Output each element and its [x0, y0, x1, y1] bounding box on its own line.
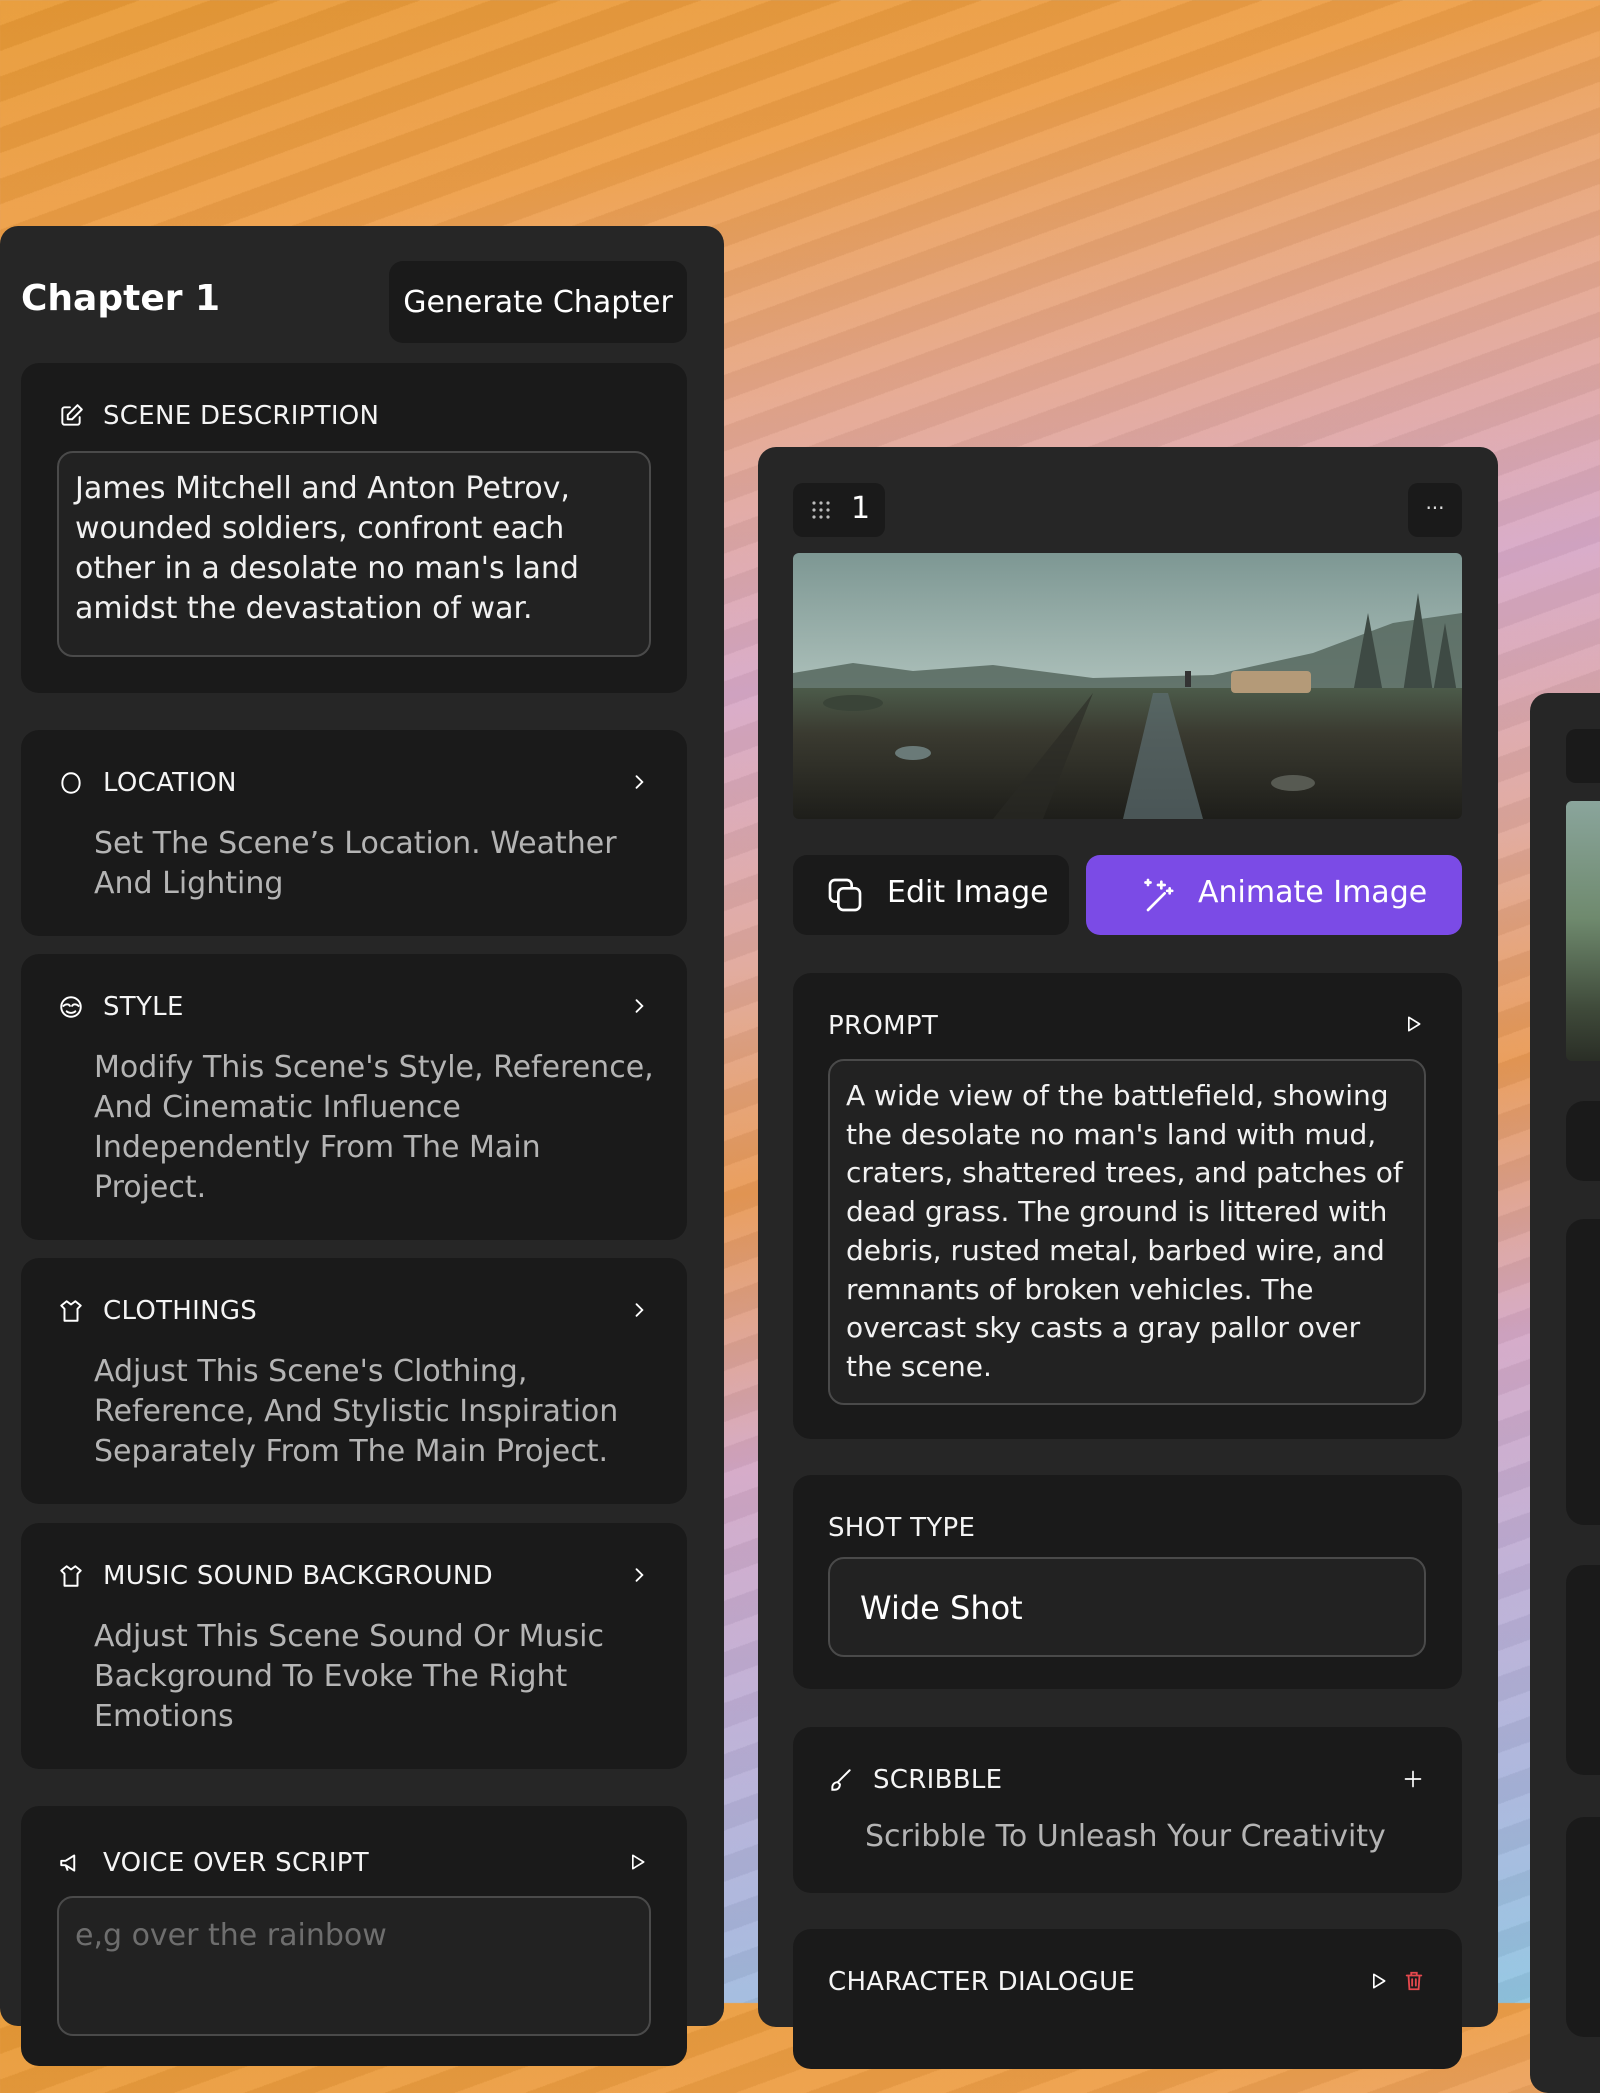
chevron-right-icon[interactable] — [629, 1300, 649, 1320]
clothings-description: Adjust This Scene's Clothing, Reference,… — [94, 1354, 619, 1469]
animate-image-label: Animate Image — [1198, 875, 1428, 910]
scribble-card[interactable]: SCRIBBLE Scribble To Unleash Your Creati… — [793, 1727, 1462, 1893]
next-shot-card — [1566, 1817, 1600, 2037]
shirt-icon — [58, 1298, 84, 1324]
generate-chapter-button[interactable]: Generate Chapter — [389, 261, 687, 343]
prompt-text: A wide view of the battlefield, showing … — [846, 1079, 1403, 1383]
clothings-card[interactable]: CLOTHINGS Adjust This Scene's Clothing, … — [21, 1258, 687, 1504]
shot-type-value: Wide Shot — [860, 1589, 1023, 1627]
next-shot-card — [1566, 1219, 1600, 1525]
edit-image-label: Edit Image — [887, 875, 1049, 910]
chapter-title: Chapter 1 — [21, 278, 221, 319]
style-mask-icon — [58, 994, 84, 1020]
next-shot-panel — [1530, 693, 1600, 2093]
scene-description-textarea[interactable]: James Mitchell and Anton Petrov, wounded… — [57, 451, 651, 657]
play-icon[interactable] — [627, 1852, 647, 1872]
scene-description-text: James Mitchell and Anton Petrov, wounded… — [75, 471, 579, 626]
generate-chapter-label: Generate Chapter — [403, 284, 673, 320]
trash-icon[interactable] — [1403, 1970, 1425, 1992]
chevron-right-icon[interactable] — [629, 996, 649, 1016]
location-description: Set The Scene’s Location. Weather And Li… — [94, 826, 617, 901]
shot-type-card: SHOT TYPE Wide Shot — [793, 1475, 1462, 1689]
next-shot-handle[interactable] — [1566, 729, 1600, 783]
prompt-textarea[interactable]: A wide view of the battlefield, showing … — [828, 1059, 1426, 1405]
plus-icon[interactable] — [1403, 1769, 1423, 1789]
style-card[interactable]: STYLE Modify This Scene's Style, Referen… — [21, 954, 687, 1240]
drag-grip-icon — [811, 500, 831, 520]
style-label: STYLE — [103, 992, 184, 1022]
play-icon[interactable] — [1403, 1014, 1423, 1034]
shot-drag-handle[interactable]: 1 — [793, 483, 885, 537]
music-icon — [58, 1563, 84, 1589]
next-shot-card — [1566, 1101, 1600, 1181]
scene-description-card: SCENE DESCRIPTION James Mitchell and Ant… — [21, 363, 687, 693]
scribble-description: Scribble To Unleash Your Creativity — [865, 1819, 1386, 1854]
music-description: Adjust This Scene Sound Or Music Backgro… — [94, 1619, 604, 1734]
next-shot-image[interactable] — [1566, 801, 1600, 1061]
music-label: MUSIC SOUND BACKGROUND — [103, 1561, 493, 1591]
shot-number: 1 — [851, 491, 871, 526]
voice-over-label: VOICE OVER SCRIPT — [103, 1848, 369, 1878]
animate-image-button[interactable]: Animate Image — [1086, 855, 1462, 935]
location-label: LOCATION — [103, 768, 237, 798]
shot-panel: 1 ··· Edit Image Animate Image PROMPT A … — [758, 447, 1498, 2069]
shot-image[interactable] — [793, 553, 1462, 819]
character-dialogue-label: CHARACTER DIALOGUE — [828, 1967, 1136, 1997]
chevron-right-icon[interactable] — [629, 1565, 649, 1585]
magic-wand-icon — [1138, 875, 1178, 915]
scene-description-label: SCENE DESCRIPTION — [103, 401, 380, 431]
style-description: Modify This Scene's Style, Reference, An… — [94, 1050, 654, 1205]
location-card[interactable]: LOCATION Set The Scene’s Location. Weath… — [21, 730, 687, 936]
scribble-label: SCRIBBLE — [873, 1765, 1003, 1795]
next-shot-card — [1566, 1565, 1600, 1775]
prompt-card: PROMPT A wide view of the battlefield, s… — [793, 973, 1462, 1439]
copy-image-icon — [825, 875, 865, 915]
more-options-button[interactable]: ··· — [1408, 483, 1462, 537]
brush-icon — [828, 1767, 854, 1793]
shot-type-select[interactable]: Wide Shot — [828, 1557, 1426, 1657]
character-dialogue-card: CHARACTER DIALOGUE — [793, 1929, 1462, 2069]
megaphone-icon — [58, 1850, 84, 1876]
chevron-right-icon[interactable] — [629, 772, 649, 792]
shot-type-label: SHOT TYPE — [828, 1513, 976, 1543]
location-icon — [58, 770, 84, 796]
more-icon: ··· — [1425, 496, 1445, 520]
play-icon[interactable] — [1368, 1971, 1388, 1991]
clothings-label: CLOTHINGS — [103, 1296, 258, 1326]
voice-over-card: VOICE OVER SCRIPT e,g over the rainbow — [21, 1806, 687, 2066]
prompt-label: PROMPT — [828, 1011, 939, 1041]
voice-over-placeholder: e,g over the rainbow — [75, 1918, 387, 1953]
edit-note-icon — [58, 403, 84, 429]
voice-over-input[interactable]: e,g over the rainbow — [57, 1896, 651, 2036]
edit-image-button[interactable]: Edit Image — [793, 855, 1069, 935]
music-card[interactable]: MUSIC SOUND BACKGROUND Adjust This Scene… — [21, 1523, 687, 1769]
chapter-panel: Chapter 1 Generate Chapter SCENE DESCRIP… — [0, 226, 724, 2066]
